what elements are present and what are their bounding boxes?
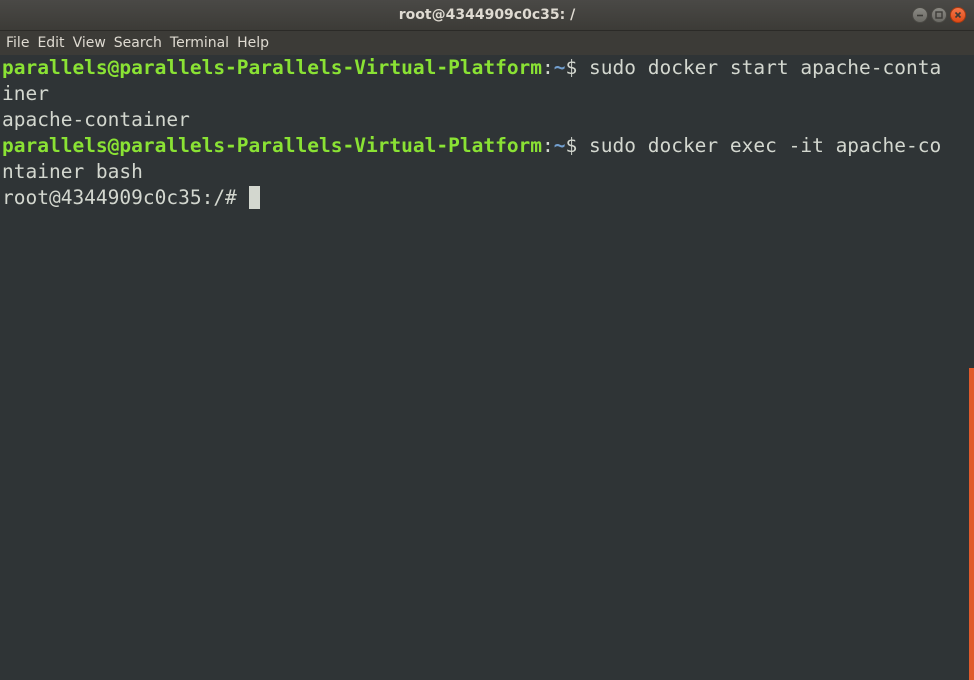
maximize-button[interactable] <box>931 7 947 23</box>
minimize-icon <box>917 14 923 17</box>
prompt-path: ~ <box>553 134 566 157</box>
minimize-button[interactable] <box>912 7 928 23</box>
prompt-user: parallels@parallels-Parallels-Virtual-Pl… <box>2 56 543 79</box>
text-cursor <box>248 186 260 209</box>
terminal-line: root@4344909c0c35:/# <box>2 185 968 211</box>
terminal-window: root@4344909c0c35: / File Edit View Sear… <box>0 0 974 680</box>
menu-terminal[interactable]: Terminal <box>166 31 233 55</box>
prompt-path: ~ <box>553 56 566 79</box>
title-bar[interactable]: root@4344909c0c35: / <box>0 0 974 31</box>
close-icon <box>954 11 962 19</box>
maximize-icon <box>935 11 943 19</box>
menu-search[interactable]: Search <box>110 31 166 55</box>
command-text: $ sudo docker start apache-conta <box>565 56 942 79</box>
terminal-line: parallels@parallels-Parallels-Virtual-Pl… <box>2 55 968 81</box>
close-button[interactable] <box>950 7 966 23</box>
prompt-colon: : <box>542 56 554 79</box>
window-title: root@4344909c0c35: / <box>398 7 576 23</box>
prompt-user: parallels@parallels-Parallels-Virtual-Pl… <box>2 134 543 157</box>
command-text: $ sudo docker exec -it apache-co <box>565 134 942 157</box>
menu-view[interactable]: View <box>69 31 110 55</box>
terminal-line: parallels@parallels-Parallels-Virtual-Pl… <box>2 133 968 159</box>
menu-edit[interactable]: Edit <box>33 31 68 55</box>
terminal-line: apache-container <box>2 108 190 131</box>
menu-file[interactable]: File <box>2 31 33 55</box>
terminal-output[interactable]: parallels@parallels-Parallels-Virtual-Pl… <box>0 55 968 680</box>
scrollbar-thumb[interactable] <box>969 368 974 680</box>
root-prompt: root@4344909c0c35:/# <box>2 186 249 209</box>
terminal-line: iner <box>2 82 49 105</box>
prompt-colon: : <box>542 134 554 157</box>
terminal-line: ntainer bash <box>2 160 143 183</box>
menu-help[interactable]: Help <box>233 31 273 55</box>
menu-bar: File Edit View Search Terminal Help <box>0 31 974 55</box>
